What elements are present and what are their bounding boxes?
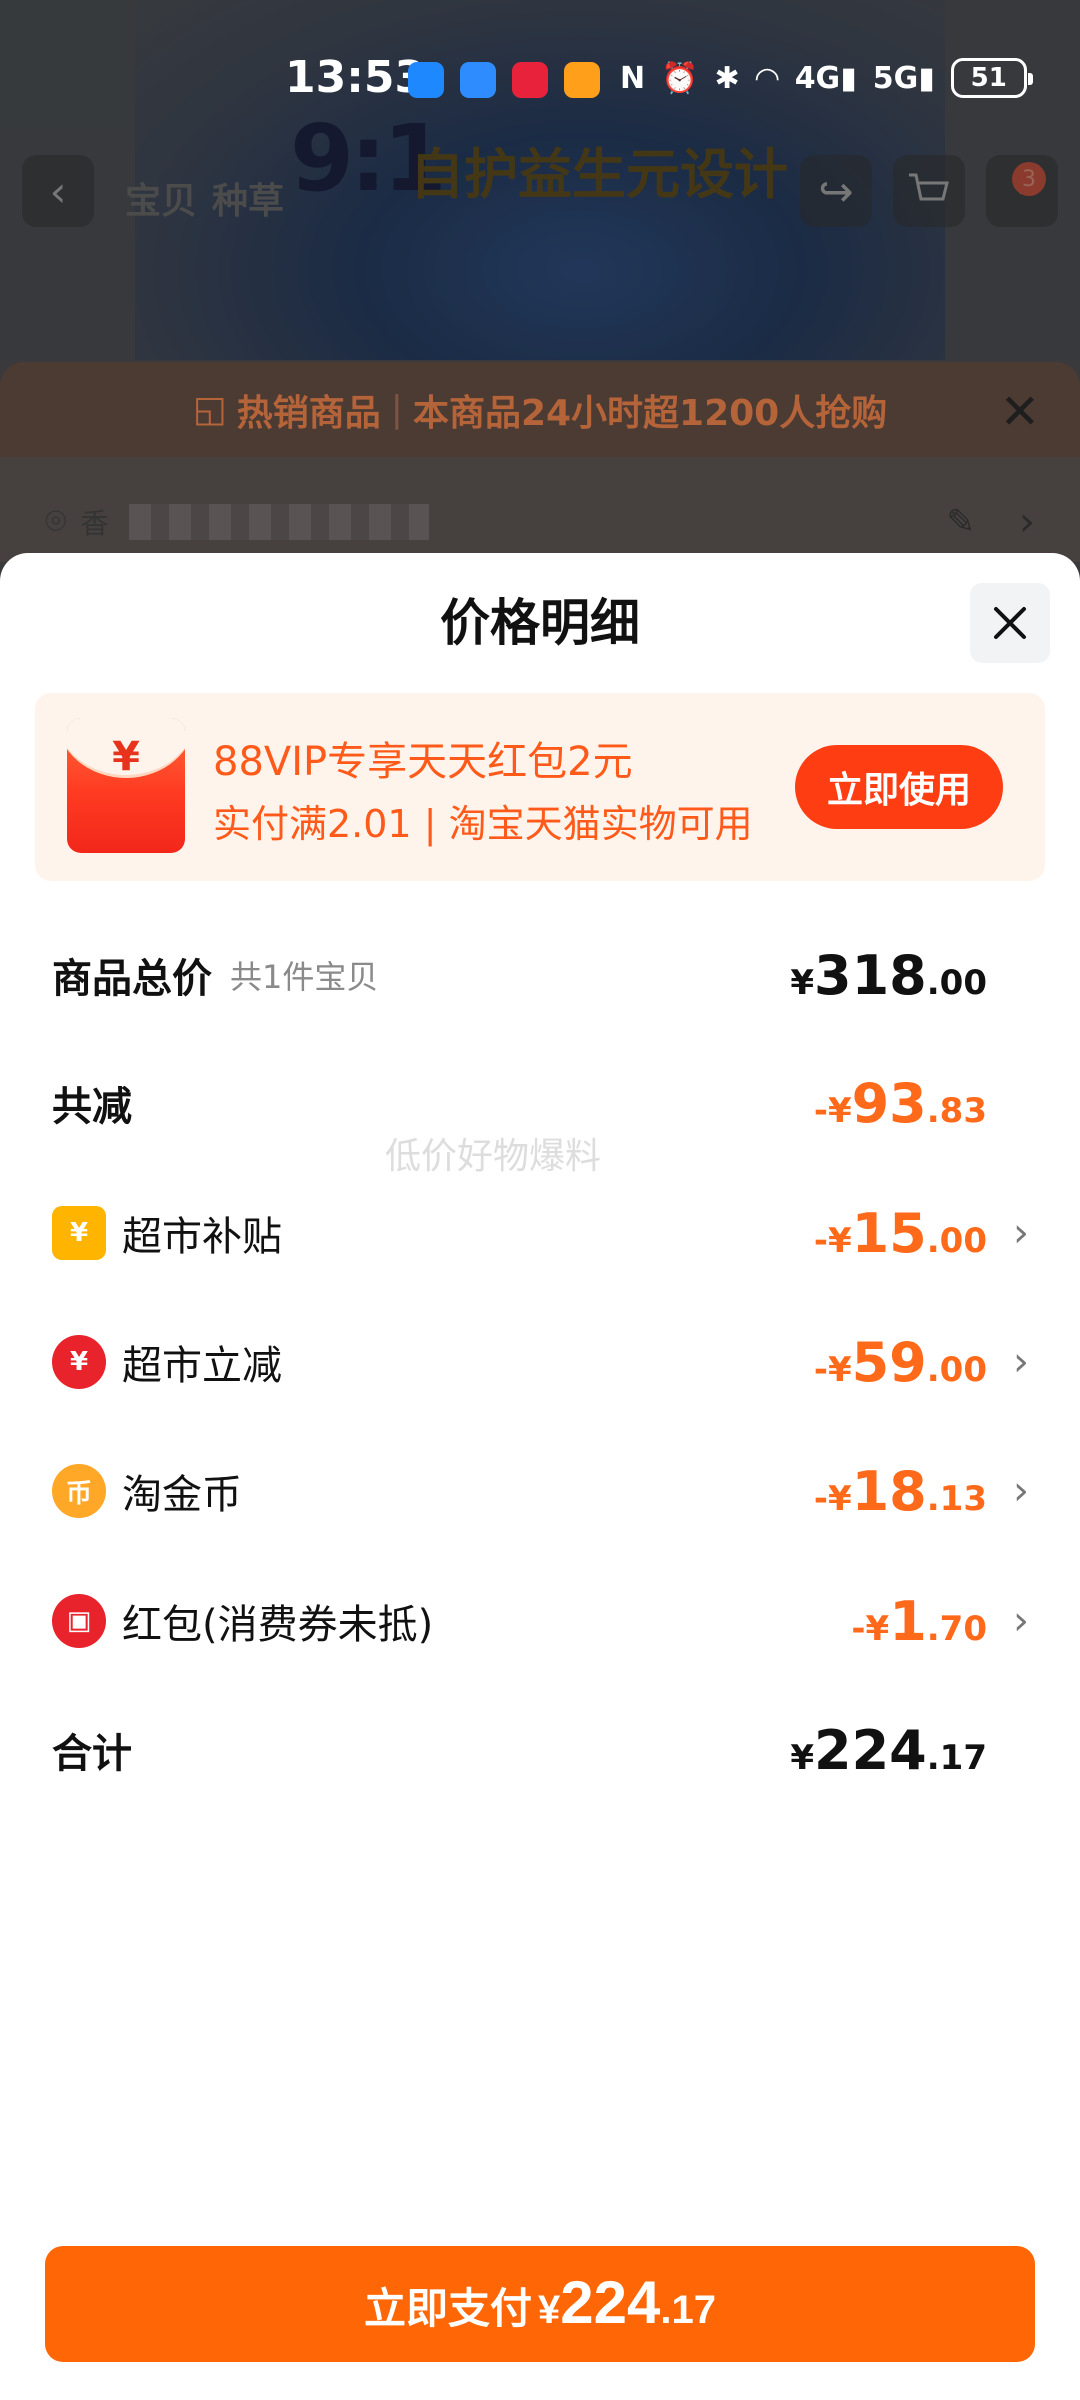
total-price-label: 商品总价: [52, 956, 212, 1002]
banner-separator: |: [390, 389, 403, 430]
discount-total-label: 共减: [52, 1084, 132, 1130]
health-notification-icon: [512, 62, 548, 98]
discount-label: 超市补贴: [122, 1214, 282, 1260]
promo-title: 88VIP专享天天红包2元: [213, 739, 633, 785]
supermarket-subsidy-icon: ¥: [52, 1206, 106, 1260]
address-blurred: [128, 504, 429, 540]
discount-total-value: -¥ 93.83: [813, 1071, 987, 1135]
discount-label: 红包(消费券未抵): [122, 1602, 434, 1648]
signal-5g-icon: 5G▮: [872, 60, 935, 96]
chevron-right-icon: ›: [1013, 1339, 1029, 1385]
chevron-right-icon: ›: [1013, 1468, 1029, 1514]
hot-sale-banner: ◱ 热销商品 | 本商品24小时超1200人抢购 ✕: [0, 362, 1080, 457]
bag-icon: ◱: [192, 389, 227, 430]
product-info-panel: ◱ 热销商品 | 本商品24小时超1200人抢购 ✕ ⌾ 香 ✎ ›: [0, 362, 1080, 562]
wifi-icon: ◠: [755, 60, 779, 96]
red-packet-icon: ▣: [52, 1594, 106, 1648]
address-row[interactable]: ⌾ 香 ✎ ›: [45, 492, 1045, 552]
nfc-icon: N: [620, 60, 646, 96]
watermark: 低价好物爆料: [385, 1136, 602, 1177]
tab-seed[interactable]: 种草: [212, 172, 284, 224]
edit-icon[interactable]: ✎: [947, 502, 976, 542]
share-button[interactable]: ↪: [800, 155, 872, 227]
chevron-right-icon: ›: [1013, 1598, 1029, 1644]
red-packet-row[interactable]: ▣ 红包(消费券未抵) -¥ 1.70 ›: [52, 1581, 1029, 1661]
back-button[interactable]: ‹: [22, 155, 94, 227]
chevron-left-icon: ‹: [49, 166, 67, 216]
hot-sale-tag: 热销商品: [236, 392, 381, 434]
vip-redpacket-banner: ¥ 88VIP专享天天红包2元 实付满2.01 | 淘宝天猫实物可用 立即使用: [35, 693, 1045, 881]
chevron-right-icon: ›: [1013, 1210, 1029, 1256]
tab-item[interactable]: 宝贝: [125, 172, 197, 224]
signal-4g-icon: 4G▮: [794, 60, 857, 96]
discount-value: -¥ 59.00: [813, 1330, 987, 1394]
shop-notification-icon: [564, 62, 600, 98]
alarm-icon: ⏰: [661, 60, 699, 96]
pay-now-button[interactable]: 立即支付 ¥224.17: [45, 2246, 1035, 2362]
bluetooth-icon: ✱: [714, 60, 740, 96]
gold-coin-icon: 币: [52, 1464, 106, 1518]
chevron-right-icon: ›: [1019, 499, 1035, 545]
close-icon[interactable]: ✕: [1000, 384, 1040, 440]
price-detail-sheet: 价格明细 ¥ 88VIP专享天天红包2元 实付满2.01 | 淘宝天猫实物可用 …: [0, 553, 1080, 2400]
total-price-value: ¥318.00: [790, 943, 987, 1007]
battery-icon: 51: [950, 58, 1033, 98]
status-bar: 13:53 N ⏰ ✱ ◠ 4G▮ 5G▮ 51: [0, 0, 1080, 160]
sum-value: ¥224.17: [790, 1718, 987, 1782]
instant-discount-icon: ¥: [52, 1335, 106, 1389]
hot-sale-text: 本商品24小时超1200人抢购: [412, 392, 888, 434]
instant-discount-row[interactable]: ¥ 超市立减 -¥ 59.00 ›: [52, 1322, 1029, 1402]
sum-label: 合计: [52, 1731, 132, 1777]
use-now-button[interactable]: 立即使用: [795, 745, 1003, 829]
discount-value: -¥ 1.70: [851, 1589, 987, 1653]
close-icon: [994, 607, 1026, 639]
message-notification-icon: [460, 62, 496, 98]
app-notification-icon: [408, 62, 444, 98]
close-button[interactable]: [970, 583, 1050, 663]
share-icon: ↪: [818, 166, 854, 216]
address-prefix: 香: [80, 507, 109, 540]
supermarket-subsidy-row[interactable]: ¥ 超市补贴 -¥ 15.00 ›: [52, 1193, 1029, 1273]
cart-button[interactable]: [893, 155, 965, 227]
gold-coin-row[interactable]: 币 淘金币 -¥ 18.13 ›: [52, 1451, 1029, 1531]
total-price-row: 商品总价 共1件宝贝 ¥318.00: [52, 935, 1027, 1015]
location-pin-icon: ⌾: [45, 501, 67, 542]
cart-icon: [909, 173, 949, 201]
cart-badge: 3: [1012, 162, 1046, 196]
status-time: 13:53: [285, 52, 426, 103]
sum-row: 合计 ¥224.17: [52, 1710, 1027, 1790]
discount-label: 超市立减: [122, 1343, 282, 1389]
red-envelope-icon: ¥: [67, 718, 185, 853]
discount-label: 淘金币: [122, 1472, 242, 1518]
sheet-title: 价格明细: [440, 594, 640, 652]
item-count: 共1件宝贝: [230, 958, 379, 996]
discount-value: -¥ 18.13: [813, 1459, 987, 1523]
discount-value: -¥ 15.00: [813, 1201, 987, 1265]
promo-condition: 实付满2.01 | 淘宝天猫实物可用: [213, 802, 753, 846]
